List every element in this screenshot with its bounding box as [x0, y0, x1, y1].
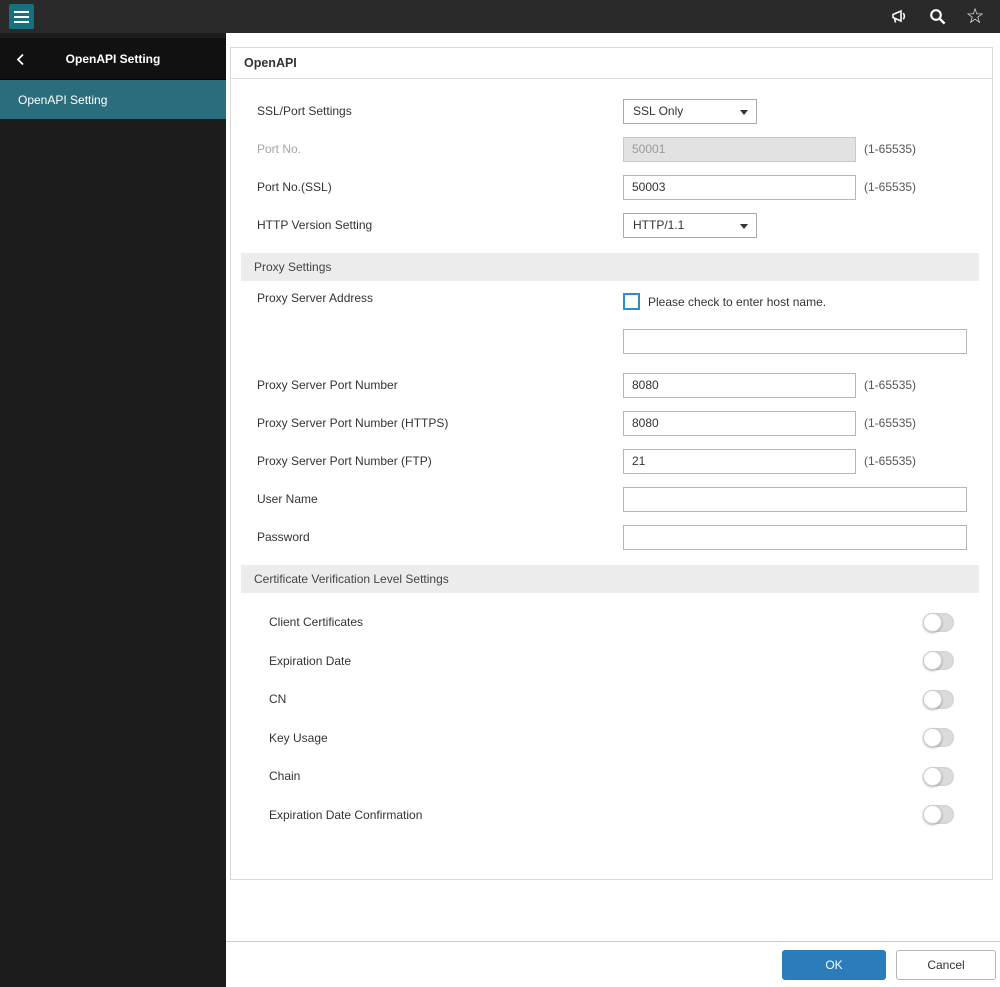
field-label: Port No.(SSL): [257, 180, 332, 194]
toggle-label: Expiration Date: [269, 653, 352, 668]
field-label: Port No.: [257, 142, 302, 156]
field-label: SSL/Port Settings: [257, 104, 352, 118]
port-no-input: [623, 136, 856, 162]
ssl-port-settings-select[interactable]: SSL Only: [623, 98, 757, 124]
form-row-password: Password: [231, 518, 992, 556]
hamburger-menu-icon[interactable]: [9, 4, 34, 29]
toggle-label: Chain: [269, 769, 301, 784]
host-name-checkbox[interactable]: [623, 293, 640, 310]
toggle-row-client-certificates: Client Certificates: [231, 603, 992, 642]
range-hint: (1-65535): [864, 180, 917, 194]
form-row-user-name: User Name: [231, 480, 992, 518]
toggle-row-chain: Chain: [231, 757, 992, 796]
form-row-proxy-port-ftp: Proxy Server Port Number (FTP) (1-65535): [231, 442, 992, 480]
proxy-server-address-input[interactable]: [623, 329, 967, 354]
cancel-button[interactable]: Cancel: [896, 949, 996, 980]
topbar: ☆: [0, 0, 1000, 33]
star-icon[interactable]: ☆: [964, 6, 986, 28]
client-certificates-toggle[interactable]: [923, 612, 954, 632]
checkbox-label: Please check to enter host name.: [648, 294, 827, 309]
range-hint: (1-65535): [864, 142, 917, 156]
megaphone-icon[interactable]: [888, 6, 910, 28]
proxy-settings-section-header: Proxy Settings: [241, 253, 979, 281]
form-row-proxy-port: Proxy Server Port Number (1-65535): [231, 366, 992, 404]
toggle-row-expiration-date-confirmation: Expiration Date Confirmation: [231, 796, 992, 835]
range-hint: (1-65535): [864, 378, 917, 392]
certificate-verification-section-header: Certificate Verification Level Settings: [241, 565, 979, 593]
toggle-label: Expiration Date Confirmation: [269, 807, 423, 822]
range-hint: (1-65535): [864, 454, 917, 468]
openapi-settings-card: OpenAPI SSL/Port Settings SSL Only Port …: [230, 47, 993, 880]
sidebar: OpenAPI Setting OpenAPI Setting: [0, 33, 226, 987]
expiration-date-confirmation-toggle[interactable]: [923, 805, 954, 825]
cn-toggle[interactable]: [923, 689, 954, 709]
toggle-label: Key Usage: [269, 730, 328, 745]
field-label: Proxy Server Address: [257, 291, 374, 305]
select-value: HTTP/1.1: [633, 218, 685, 232]
toggle-label: Client Certificates: [269, 615, 364, 630]
field-label: Proxy Server Port Number (HTTPS): [257, 416, 449, 430]
back-chevron-icon[interactable]: [10, 38, 30, 80]
expiration-date-toggle[interactable]: [923, 651, 954, 671]
key-usage-toggle[interactable]: [923, 728, 954, 748]
chevron-down-icon: [740, 109, 748, 115]
sidebar-item-openapi-setting[interactable]: OpenAPI Setting: [0, 80, 226, 119]
form-row-port-no: Port No. (1-65535): [231, 130, 992, 168]
field-label: HTTP Version Setting: [257, 218, 373, 232]
ok-button[interactable]: OK: [782, 949, 886, 980]
page-title: OpenAPI: [231, 48, 992, 79]
select-value: SSL Only: [633, 104, 684, 118]
chevron-down-icon: [740, 223, 748, 229]
host-name-checkbox-row[interactable]: Please check to enter host name.: [623, 293, 967, 310]
form-row-proxy-port-https: Proxy Server Port Number (HTTPS) (1-6553…: [231, 404, 992, 442]
http-version-select[interactable]: HTTP/1.1: [623, 212, 757, 238]
topbar-actions: ☆: [888, 6, 1000, 28]
field-label: Proxy Server Port Number (FTP): [257, 454, 432, 468]
chain-toggle[interactable]: [923, 766, 954, 786]
sidebar-header: OpenAPI Setting: [0, 38, 226, 80]
port-no-ssl-input[interactable]: [623, 174, 856, 200]
toggle-row-expiration-date: Expiration Date: [231, 642, 992, 681]
toggle-row-key-usage: Key Usage: [231, 719, 992, 758]
proxy-port-input[interactable]: [623, 372, 856, 398]
password-input[interactable]: [623, 524, 967, 550]
search-icon[interactable]: [926, 6, 948, 28]
toggle-row-cn: CN: [231, 680, 992, 719]
sidebar-item-label: OpenAPI Setting: [18, 92, 108, 107]
form-area: SSL/Port Settings SSL Only Port No. (1-6…: [231, 79, 992, 834]
main-content: OpenAPI SSL/Port Settings SSL Only Port …: [226, 33, 1000, 987]
form-row-ssl-port-settings: SSL/Port Settings SSL Only: [231, 92, 992, 130]
form-row-proxy-server-address: Proxy Server Address Please check to ent…: [231, 291, 992, 362]
proxy-port-ftp-input[interactable]: [623, 448, 856, 474]
footer-action-bar: OK Cancel: [226, 941, 1000, 987]
field-label: User Name: [257, 492, 318, 506]
field-label: Proxy Server Port Number: [257, 378, 398, 392]
toggle-label: CN: [269, 692, 287, 707]
user-name-input[interactable]: [623, 486, 967, 512]
field-label: Password: [257, 530, 310, 544]
sidebar-title: OpenAPI Setting: [65, 51, 161, 66]
range-hint: (1-65535): [864, 416, 917, 430]
form-row-port-no-ssl: Port No.(SSL) (1-65535): [231, 168, 992, 206]
proxy-port-https-input[interactable]: [623, 410, 856, 436]
form-row-http-version: HTTP Version Setting HTTP/1.1: [231, 206, 992, 244]
